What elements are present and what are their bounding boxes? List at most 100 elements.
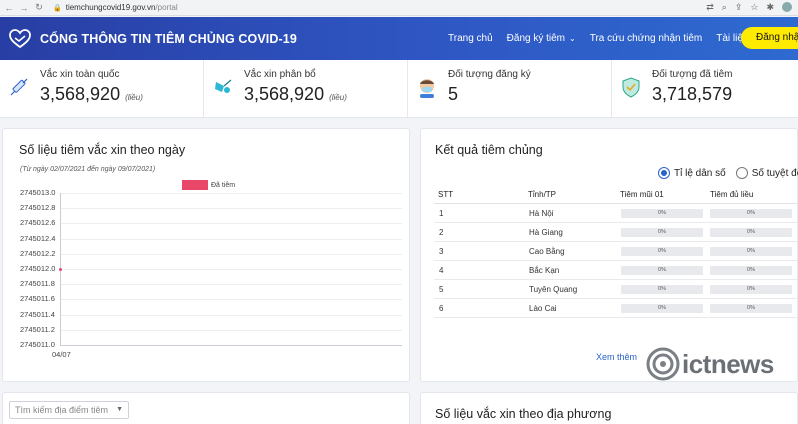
bookmark-star-icon[interactable]: ☆	[750, 2, 758, 13]
lock-icon[interactable]: 🔒	[53, 4, 62, 12]
column-header: Tiêm mũi 01	[620, 190, 664, 199]
full-dose-percent: 0%	[747, 267, 755, 273]
dose1-percent: 0%	[658, 229, 666, 235]
y-tick-label: 2745012.4	[20, 233, 56, 243]
full-dose-progress: 0%	[710, 285, 792, 294]
see-more-link[interactable]: Xem thêm	[596, 352, 637, 362]
full-dose-progress: 0%	[710, 228, 792, 237]
column-header: Tỉnh/TP	[528, 190, 557, 199]
row-stt: 5	[439, 285, 444, 294]
data-point[interactable]	[59, 268, 62, 271]
table-row[interactable]: 4 Bắc Kạn 0% 0%	[434, 261, 798, 280]
dose1-percent: 0%	[658, 286, 666, 292]
table-row[interactable]: 1 Hà Nội 0% 0%	[434, 204, 798, 223]
local-data-card: Số liệu vắc xin theo địa phương	[420, 392, 798, 424]
table-row[interactable]: 2 Hà Giang 0% 0%	[434, 223, 798, 242]
dose1-percent: 0%	[658, 305, 666, 311]
stat-value: 3,568,920 (liều)	[244, 84, 347, 105]
vaccine-vial-icon	[215, 79, 232, 93]
y-tick-label: 2745011.8	[20, 279, 55, 289]
stat-allocated-vaccine: Vắc xin phân bổ 3,568,920 (liều)	[204, 60, 408, 118]
full-dose-progress: 0%	[710, 304, 792, 313]
dose1-progress: 0%	[621, 247, 703, 256]
ictnews-logo-icon	[646, 347, 680, 381]
x-tick-label: 04/07	[52, 350, 71, 359]
site-header: CỔNG THÔNG TIN TIÊM CHỦNG COVID-19 Trang…	[0, 17, 798, 60]
y-tick-label: 2745011.6	[20, 294, 55, 304]
stat-national-vaccine: Vắc xin toàn quốc 3,568,920 (liều)	[0, 60, 204, 118]
gridline	[60, 208, 402, 210]
row-province: Hà Giang	[529, 228, 563, 237]
daily-chart-card: Số liệu tiêm vắc xin theo ngày (Từ ngày …	[2, 128, 410, 382]
y-tick-label: 2745013.0	[20, 188, 56, 197]
chart-legend[interactable]: Đã tiêm	[182, 180, 235, 190]
watermark-text: ictnews	[682, 348, 774, 379]
login-button[interactable]: Đăng nhập	[741, 27, 798, 49]
profile-avatar[interactable]	[782, 2, 792, 12]
nav-home[interactable]: Trang chủ	[448, 33, 493, 44]
reload-icon[interactable]: ↻	[33, 2, 45, 13]
back-icon[interactable]: ←	[3, 3, 15, 13]
translate-icon[interactable]: ⇄	[706, 2, 714, 13]
stat-number: 5	[448, 84, 459, 104]
url-host: tiemchungcovid19.gov.vn	[65, 3, 156, 12]
stat-label: Vắc xin phân bổ	[244, 69, 316, 80]
legend-label: Đã tiêm	[211, 181, 236, 189]
stat-unit: (liều)	[329, 93, 347, 102]
column-header: STT	[438, 190, 454, 199]
puzzle-icon[interactable]: ✱	[766, 2, 774, 13]
full-dose-percent: 0%	[747, 248, 755, 254]
gridline	[60, 223, 402, 225]
nav-certificate-lookup[interactable]: Tra cứu chứng nhận tiêm	[590, 33, 703, 44]
location-search-select[interactable]: Tìm kiếm địa điểm tiêm ▼	[9, 401, 129, 419]
y-tick-label: 2745011.2	[20, 324, 55, 334]
forward-icon[interactable]: →	[18, 3, 30, 13]
row-stt: 3	[439, 247, 444, 256]
local-data-title: Số liệu vắc xin theo địa phương	[435, 407, 612, 421]
stat-value: 3,718,579	[652, 84, 732, 105]
y-tick-label: 2745011.4	[20, 309, 55, 319]
vaccine-syringe-icon	[10, 78, 28, 96]
nav-register[interactable]: Đăng ký tiêm ⌄	[507, 33, 576, 44]
chevron-down-icon: ⌄	[569, 34, 576, 43]
y-tick-label: 2745012.2	[20, 248, 56, 258]
row-stt: 4	[439, 266, 444, 275]
address-bar[interactable]: tiemchungcovid19.gov.vn/portal	[66, 3, 178, 12]
stat-unit: (liều)	[125, 93, 143, 102]
share-icon[interactable]: ⇪	[735, 2, 743, 13]
date-range: (Từ ngày 02/07/2021 đến ngày 09/07/2021)	[20, 166, 156, 173]
dose1-progress: 0%	[621, 285, 703, 294]
chevron-down-icon: ▼	[116, 406, 123, 413]
dose1-percent: 0%	[658, 248, 666, 254]
y-tick-label: 2745012.0	[20, 264, 56, 273]
stat-label: Đối tượng đăng ký	[448, 69, 531, 80]
search-placeholder: Tìm kiếm địa điểm tiêm	[15, 405, 109, 415]
heart-hands-logo-icon[interactable]	[8, 27, 32, 51]
browser-extensions: ⇄ ⌕ ⇪ ☆ ✱	[706, 2, 792, 13]
dose1-progress: 0%	[621, 209, 703, 218]
table-row[interactable]: 6 Lào Cai 0% 0%	[434, 299, 798, 318]
table-row[interactable]: 5 Tuyên Quang 0% 0%	[434, 280, 798, 299]
gridline	[60, 253, 402, 255]
dose1-percent: 0%	[658, 210, 666, 216]
zoom-icon[interactable]: ⌕	[722, 2, 727, 13]
site-title[interactable]: CỔNG THÔNG TIN TIÊM CHỦNG COVID-19	[40, 32, 297, 46]
gridline	[60, 314, 402, 316]
full-dose-percent: 0%	[747, 229, 755, 235]
main-nav: Trang chủ Đăng ký tiêm ⌄ Tra cứu chứng nh…	[448, 17, 762, 60]
gridline	[60, 193, 402, 194]
gridline	[60, 284, 402, 286]
nav-register-label: Đăng ký tiêm	[506, 33, 566, 44]
radio-absolute[interactable]	[735, 167, 748, 179]
row-province: Cao Bằng	[529, 247, 565, 256]
full-dose-progress: 0%	[710, 266, 792, 275]
legend-swatch	[182, 180, 208, 190]
row-province: Tuyên Quang	[529, 285, 578, 294]
person-mask-icon	[420, 79, 434, 98]
full-dose-percent: 0%	[747, 210, 755, 216]
dose1-progress: 0%	[621, 266, 703, 275]
y-tick-label: 2745012.6	[20, 218, 56, 228]
radio-population-ratio[interactable]	[658, 167, 670, 179]
gridline	[60, 238, 402, 240]
table-row[interactable]: 3 Cao Bằng 0% 0%	[434, 242, 798, 261]
